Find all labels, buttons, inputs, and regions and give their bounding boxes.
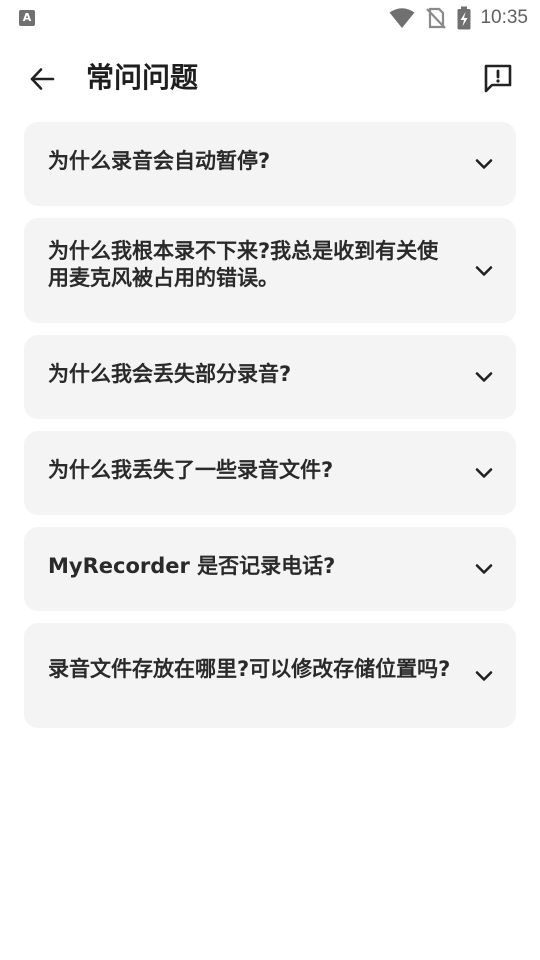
notification-icon: A (19, 10, 35, 26)
feedback-button[interactable] (480, 60, 516, 96)
app-bar: 常问问题 (0, 36, 540, 124)
status-bar: A 10:35 (0, 0, 540, 36)
chevron-down-icon[interactable] (472, 152, 496, 176)
feedback-icon (484, 64, 512, 93)
back-button[interactable] (24, 61, 60, 97)
chevron-down-icon[interactable] (472, 557, 496, 581)
status-icons: 10:35 (389, 5, 528, 31)
faq-question: 为什么录音会自动暂停? (48, 148, 271, 173)
faq-item[interactable]: MyRecorder 是否记录电话? (24, 527, 516, 611)
faq-question: 录音文件存放在哪里?可以修改存储位置吗? (48, 657, 451, 681)
faq-question: 为什么我根本录不下来?我总是收到有关使用麦克风被占用的错误。 (48, 238, 439, 290)
chevron-down-icon[interactable] (472, 259, 496, 283)
chevron-down-icon[interactable] (472, 365, 496, 389)
wifi-icon (389, 8, 415, 28)
chevron-down-icon[interactable] (472, 461, 496, 485)
faq-question: 为什么我丢失了一些录音文件? (48, 457, 334, 482)
faq-item[interactable]: 录音文件存放在哪里?可以修改存储位置吗? (24, 623, 516, 728)
faq-item[interactable]: 为什么录音会自动暂停? (24, 122, 516, 206)
faq-question: 为什么我会丢失部分录音? (48, 361, 292, 386)
clock: 10:35 (480, 7, 528, 28)
page-title: 常问问题 (86, 61, 199, 94)
faq-item[interactable]: 为什么我根本录不下来?我总是收到有关使用麦克风被占用的错误。 (24, 218, 516, 323)
faq-list: 为什么录音会自动暂停? 为什么我根本录不下来?我总是收到有关使用麦克风被占用的错误… (24, 122, 516, 740)
faq-item[interactable]: 为什么我丢失了一些录音文件? (24, 431, 516, 515)
faq-item[interactable]: 为什么我会丢失部分录音? (24, 335, 516, 419)
battery-charging-icon (457, 6, 471, 30)
no-sim-icon (426, 7, 447, 29)
chevron-down-icon[interactable] (472, 664, 496, 688)
faq-question: MyRecorder 是否记录电话? (48, 553, 336, 578)
arrow-left-icon (30, 68, 55, 90)
